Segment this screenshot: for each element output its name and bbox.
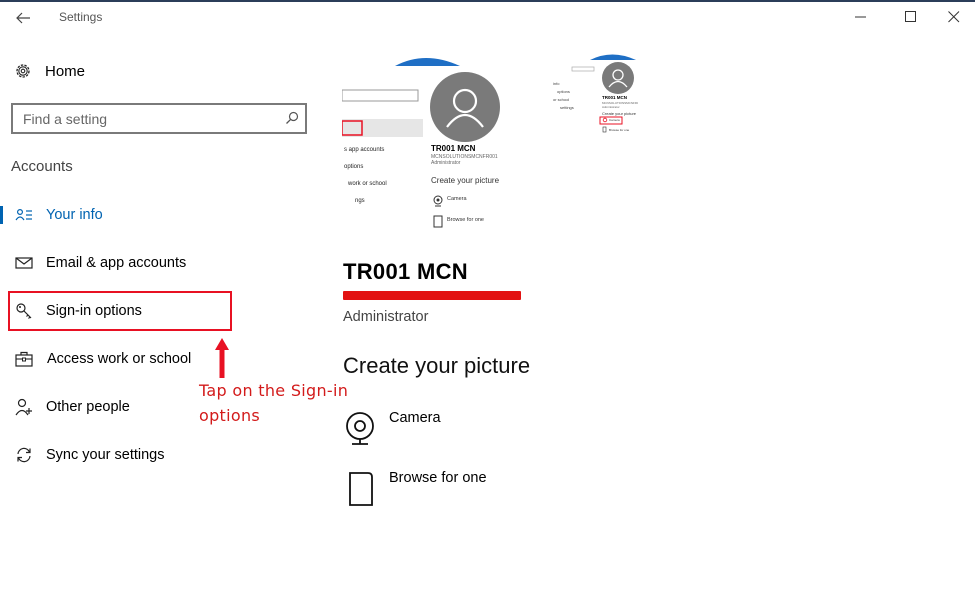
preview-menu: s app accounts options work or school ng… <box>342 142 387 210</box>
account-role: Administrator <box>343 309 429 325</box>
gear-icon <box>16 64 30 78</box>
preview-menu-item: ngs <box>355 198 365 204</box>
preview-small-account-role: Administrator <box>602 105 620 109</box>
back-arrow-icon <box>16 12 30 24</box>
sidebar-item-label: Your info <box>46 207 103 223</box>
preview-small-heading: Create your picture <box>602 111 637 116</box>
preview-small-account-name: TR001 MCN <box>602 95 628 100</box>
preview-small-menu-item: or school <box>553 97 570 102</box>
preview-small-option-label: Browse for one <box>609 128 630 132</box>
search-icon <box>286 111 299 124</box>
camera-option-label: Camera <box>389 410 441 426</box>
preview-menu-item: s app accounts <box>344 147 385 153</box>
sidebar-item-label: Access work or school <box>47 351 192 367</box>
camera-option[interactable]: Camera <box>343 410 543 450</box>
preview-menu-item: work or school <box>348 181 387 187</box>
preview-option-label: Browse for one <box>447 217 484 223</box>
search-input[interactable] <box>13 105 273 132</box>
close-button[interactable] <box>940 7 968 29</box>
avatar <box>430 72 500 142</box>
person-add-icon <box>15 398 33 416</box>
sidebar-item-sync-your-settings[interactable]: Sync your settings <box>0 437 300 473</box>
preview-file-icon <box>433 215 443 228</box>
preview-account-name: TR001 MCN <box>431 144 476 153</box>
annotation-arrow-icon <box>215 338 229 378</box>
minimize-button[interactable] <box>847 7 875 29</box>
briefcase-icon <box>15 350 33 368</box>
sidebar-item-label: Sign-in options <box>46 303 142 319</box>
key-icon <box>15 302 33 320</box>
sidebar-item-email-app-accounts[interactable]: Email & app accounts <box>0 245 300 281</box>
minimize-icon <box>855 16 866 18</box>
maximize-icon <box>905 11 916 22</box>
camera-icon <box>346 412 374 445</box>
browse-file-icon <box>349 472 373 506</box>
sidebar-item-label: Sync your settings <box>46 447 165 463</box>
redacted-email-bar <box>343 291 521 300</box>
sidebar-item-label: Other people <box>46 399 130 415</box>
preview-heading: Create your picture <box>431 176 500 185</box>
search-box[interactable] <box>11 103 307 134</box>
browse-for-one-option[interactable]: Browse for one <box>343 470 543 510</box>
browse-option-label: Browse for one <box>389 470 487 486</box>
maximize-button[interactable] <box>897 7 925 29</box>
selection-indicator <box>0 206 3 224</box>
preview-small-menu: info options or school settings <box>553 80 574 112</box>
sidebar-item-access-work-or-school[interactable]: Access work or school <box>0 341 300 377</box>
back-button[interactable] <box>10 8 36 28</box>
home-label: Home <box>45 62 86 80</box>
home-nav-item[interactable]: Home <box>14 60 85 82</box>
account-name: TR001 MCN <box>343 259 468 284</box>
close-icon <box>948 11 960 23</box>
preview-small-menu-item: options <box>557 89 570 94</box>
app-title: Settings <box>59 10 103 24</box>
preview-small-menu-item: settings <box>560 105 574 110</box>
preview-small-menu-item: info <box>553 81 560 86</box>
sidebar-item-label: Email & app accounts <box>46 255 187 271</box>
preview-screenshot-large: s app accounts options work or school ng… <box>342 52 504 237</box>
title-bar: Settings <box>0 2 975 33</box>
create-picture-heading: Create your picture <box>343 353 531 378</box>
sidebar-item-sign-in-options[interactable]: Sign-in options <box>0 293 300 329</box>
preview-screenshot-small: info options or school settings TR001 MC… <box>552 52 638 144</box>
mail-icon <box>15 254 33 272</box>
section-header-accounts: Accounts <box>11 158 73 175</box>
preview-camera-icon <box>433 195 443 207</box>
preview-small-option-label: Camera <box>609 118 620 122</box>
preview-account-role: Administrator <box>431 160 461 166</box>
sync-icon <box>15 446 33 464</box>
preview-menu-item: options <box>344 164 364 170</box>
sidebar-item-your-info[interactable]: Your info <box>0 197 300 233</box>
preview-option-label: Camera <box>447 196 467 202</box>
person-card-icon <box>15 206 33 224</box>
